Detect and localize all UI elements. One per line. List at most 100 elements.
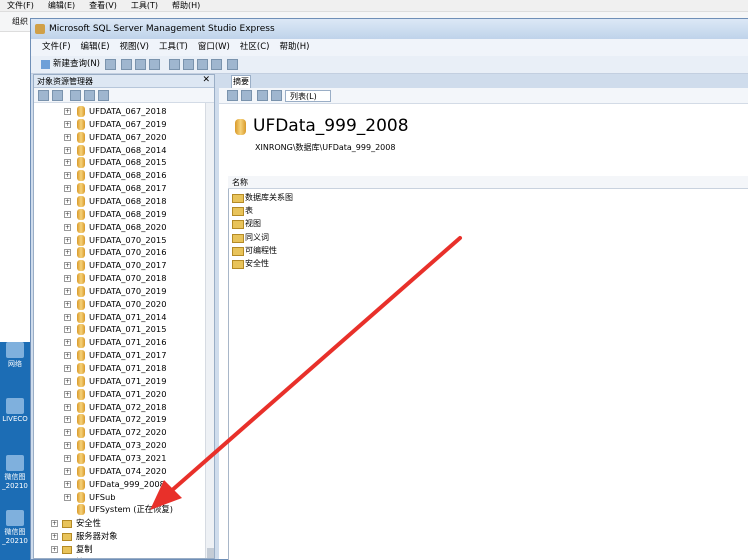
tree-item-database[interactable]: UFSystem (正在恢复) <box>34 503 204 516</box>
new-query-button[interactable]: 新建查询(N) <box>41 58 100 71</box>
registered-servers-icon[interactable] <box>169 59 180 70</box>
expand-icon[interactable]: + <box>64 108 71 115</box>
summary-list-item[interactable]: 安全性 <box>232 257 269 270</box>
scrollbar-thumb[interactable] <box>207 548 214 558</box>
expand-icon[interactable]: + <box>64 454 71 462</box>
properties-icon[interactable] <box>227 59 238 70</box>
expand-icon[interactable]: + <box>64 210 71 218</box>
summary-list-item[interactable]: 数据库关系图 <box>232 191 293 204</box>
save-all-icon[interactable] <box>149 59 160 70</box>
expand-icon[interactable]: + <box>64 467 71 475</box>
expand-icon[interactable]: + <box>64 429 71 437</box>
expand-icon[interactable]: + <box>64 223 71 231</box>
list-view-button[interactable]: 列表(L) <box>285 90 331 102</box>
new-file-icon[interactable] <box>105 59 116 70</box>
bg-menu-tools[interactable]: 工具(T) <box>124 0 165 11</box>
expand-icon[interactable]: + <box>64 197 71 205</box>
tree-item-database[interactable]: + UFData_999_2008 <box>34 478 204 491</box>
expand-icon[interactable]: + <box>64 493 71 501</box>
tree-item-database[interactable]: + UFDATA_073_2021 <box>34 452 204 465</box>
expand-icon[interactable]: + <box>64 326 71 334</box>
tree-item-database[interactable]: + UFDATA_068_2020 <box>34 221 204 234</box>
tree-item-database[interactable]: + UFDATA_068_2019 <box>34 208 204 221</box>
tree-item-database[interactable]: + UFDATA_068_2018 <box>34 195 204 208</box>
tree-item-folder[interactable]: + 服务器对象 <box>34 530 204 543</box>
connect-icon[interactable] <box>38 90 49 101</box>
expand-icon[interactable]: + <box>64 403 71 411</box>
expand-icon[interactable]: + <box>64 185 71 193</box>
expand-icon[interactable]: + <box>64 365 71 372</box>
up-level-icon[interactable] <box>227 90 238 101</box>
expand-icon[interactable]: + <box>64 300 71 308</box>
menu-file[interactable]: 文件(F) <box>37 39 76 56</box>
tree-item-database[interactable]: + UFDATA_070_2015 <box>34 234 204 247</box>
expand-icon[interactable]: + <box>64 352 71 360</box>
summary-list-item[interactable]: 视图 <box>232 217 261 230</box>
title-bar[interactable]: Microsoft SQL Server Management Studio E… <box>31 19 748 39</box>
tree-scrollbar[interactable] <box>205 103 214 558</box>
expand-icon[interactable]: + <box>51 520 58 528</box>
tab-summary[interactable]: 摘要 <box>231 75 251 88</box>
tree-item-database[interactable]: + UFDATA_068_2017 <box>34 182 204 195</box>
tree-item-database[interactable]: + UFDATA_071_2019 <box>34 375 204 388</box>
sync-icon[interactable] <box>241 90 252 101</box>
tree-item-database[interactable]: + UFDATA_070_2018 <box>34 272 204 285</box>
tree-item-database[interactable]: + UFDATA_070_2019 <box>34 285 204 298</box>
filter-icon[interactable] <box>271 90 282 101</box>
expand-icon[interactable]: + <box>64 313 71 321</box>
tree-item-database[interactable]: + UFDATA_074_2020 <box>34 465 204 478</box>
expand-icon[interactable]: + <box>64 249 71 257</box>
tree-item-database[interactable]: + UFDATA_071_2017 <box>34 349 204 362</box>
bg-menu-file[interactable]: 文件(F) <box>0 0 41 11</box>
expand-icon[interactable]: + <box>64 146 71 154</box>
summary-list-item[interactable]: 表 <box>232 204 253 217</box>
tree-item-database[interactable]: + UFDATA_067_2020 <box>34 131 204 144</box>
summary-list-item[interactable]: 同义词 <box>232 231 269 244</box>
tree-item-database[interactable]: + UFDATA_068_2015 <box>34 156 204 169</box>
expand-icon[interactable]: + <box>64 390 71 398</box>
refresh-icon[interactable] <box>257 90 268 101</box>
expand-icon[interactable]: + <box>64 262 71 270</box>
tree-item-database[interactable]: + UFDATA_073_2020 <box>34 439 204 452</box>
menu-view[interactable]: 视图(V) <box>115 39 154 56</box>
desktop-icon-wechat-1[interactable]: 微信图_20210 <box>2 455 28 490</box>
tree-item-database[interactable]: + UFDATA_072_2020 <box>34 426 204 439</box>
column-header-name[interactable]: 名称 <box>228 176 748 189</box>
expand-icon[interactable]: + <box>51 533 58 541</box>
expand-icon[interactable]: + <box>64 133 71 141</box>
object-explorer-icon[interactable] <box>183 59 194 70</box>
expand-icon[interactable]: + <box>64 442 71 450</box>
menu-tools[interactable]: 工具(T) <box>154 39 193 56</box>
tree-item-database[interactable]: + UFDATA_070_2016 <box>34 246 204 259</box>
menu-help[interactable]: 帮助(H) <box>274 39 314 56</box>
tree-item-database[interactable]: + UFDATA_068_2016 <box>34 169 204 182</box>
close-icon[interactable]: ✕ <box>202 75 210 85</box>
tree-item-database[interactable]: + UFDATA_068_2014 <box>34 144 204 157</box>
bg-organize-button[interactable]: 组织 <box>12 16 28 27</box>
tree-item-database[interactable]: + UFDATA_070_2020 <box>34 298 204 311</box>
desktop-icon-liveco[interactable]: LIVECO <box>2 398 28 423</box>
menu-edit[interactable]: 编辑(E) <box>76 39 115 56</box>
expand-icon[interactable]: + <box>64 480 71 488</box>
menu-window[interactable]: 窗口(W) <box>193 39 235 56</box>
tree-item-database[interactable]: + UFDATA_071_2014 <box>34 311 204 324</box>
tree-item-database[interactable]: + UFDATA_067_2019 <box>34 118 204 131</box>
tree-item-database[interactable]: + UFDATA_067_2018 <box>34 105 204 118</box>
tree-item-database[interactable]: + UFDATA_071_2015 <box>34 323 204 336</box>
save-icon[interactable] <box>135 59 146 70</box>
disconnect-icon[interactable] <box>52 90 63 101</box>
expand-icon[interactable]: + <box>64 172 71 180</box>
stop-icon[interactable] <box>70 90 81 101</box>
tree-item-database[interactable]: + UFDATA_070_2017 <box>34 259 204 272</box>
menu-community[interactable]: 社区(C) <box>235 39 275 56</box>
expand-icon[interactable]: + <box>64 416 71 424</box>
bg-menu-edit[interactable]: 编辑(E) <box>41 0 82 11</box>
expand-icon[interactable]: + <box>64 236 71 244</box>
expand-icon[interactable]: + <box>64 287 71 295</box>
expand-icon[interactable]: + <box>64 339 71 347</box>
tree-item-database[interactable]: + UFDATA_072_2018 <box>34 401 204 414</box>
tree-item-database[interactable]: + UFDATA_071_2020 <box>34 388 204 401</box>
template-explorer-icon[interactable] <box>197 59 208 70</box>
expand-icon[interactable]: + <box>64 159 71 167</box>
bg-menu-help[interactable]: 帮助(H) <box>165 0 207 11</box>
